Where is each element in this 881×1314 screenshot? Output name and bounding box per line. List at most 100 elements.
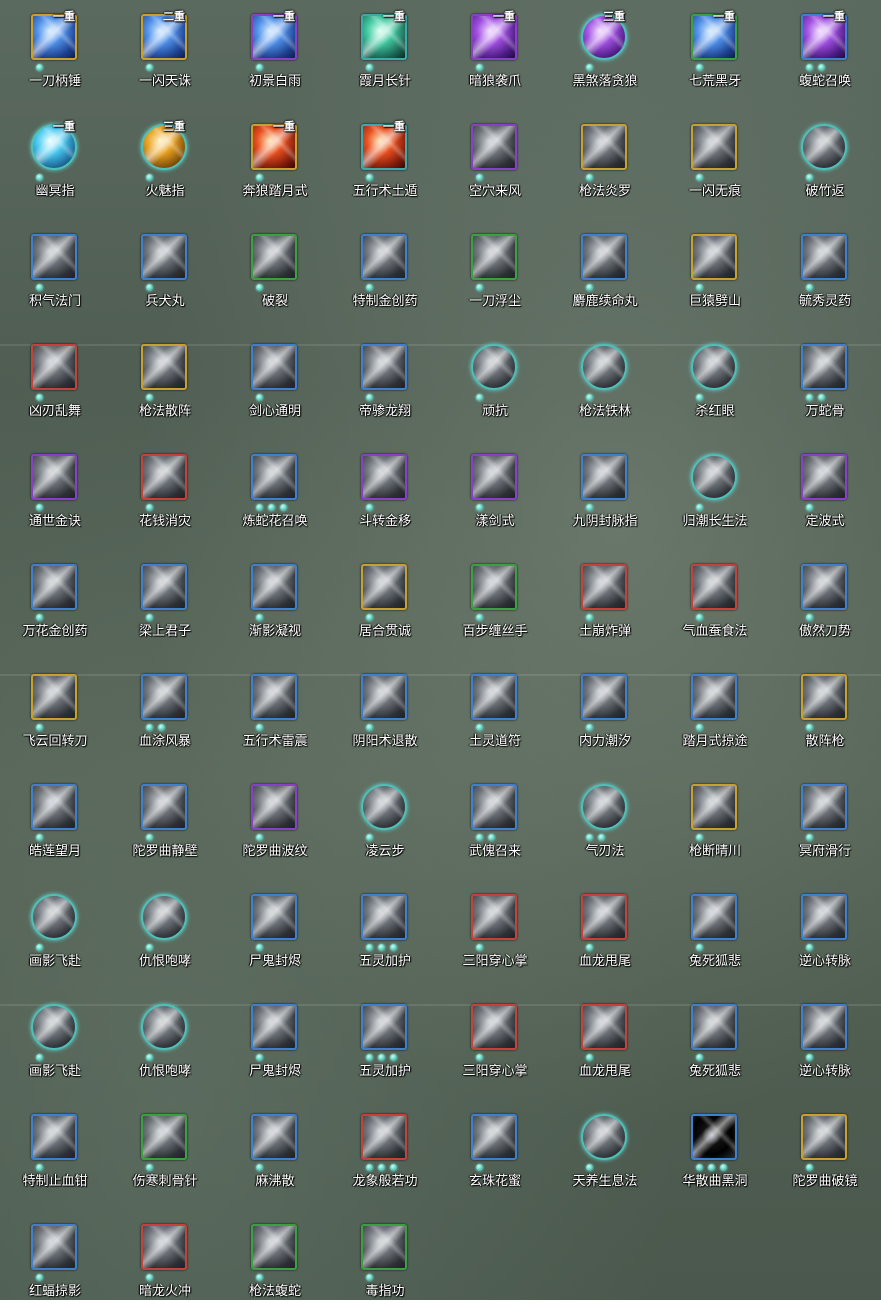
skill-icon[interactable] xyxy=(581,784,627,830)
skill-icon[interactable] xyxy=(251,454,297,500)
skill-icon[interactable] xyxy=(801,1004,847,1050)
skill-slot[interactable]: 三阳穿心掌 xyxy=(440,884,550,984)
skill-icon[interactable] xyxy=(801,234,847,280)
skill-icon[interactable] xyxy=(361,234,407,280)
skill-slot[interactable]: 尸鬼封烬 xyxy=(220,884,330,984)
skill-icon[interactable] xyxy=(251,344,297,390)
skill-icon[interactable] xyxy=(801,564,847,610)
skill-slot[interactable]: 五行术雷震 xyxy=(220,664,330,764)
skill-icon[interactable] xyxy=(141,784,187,830)
skill-icon[interactable] xyxy=(141,894,187,940)
skill-slot[interactable]: 飞云回转刀 xyxy=(0,664,110,764)
skill-icon[interactable] xyxy=(581,1004,627,1050)
skill-slot[interactable]: 斗转金移 xyxy=(330,444,440,544)
skill-icon[interactable] xyxy=(581,234,627,280)
skill-icon[interactable] xyxy=(251,1224,297,1270)
skill-slot[interactable]: 定波式 xyxy=(770,444,880,544)
skill-slot[interactable]: 陀罗曲破镜 xyxy=(770,1104,880,1204)
skill-slot[interactable]: 空穴来风 xyxy=(440,114,550,214)
skill-slot[interactable]: 兔死狐悲 xyxy=(660,884,770,984)
skill-slot[interactable]: 气刃法 xyxy=(550,774,660,874)
skill-icon[interactable] xyxy=(581,564,627,610)
skill-slot[interactable]: 逆心转脉 xyxy=(770,994,880,1094)
skill-icon[interactable] xyxy=(31,344,77,390)
skill-icon[interactable] xyxy=(581,674,627,720)
skill-icon[interactable] xyxy=(361,1114,407,1160)
skill-icon[interactable] xyxy=(251,674,297,720)
skill-slot[interactable]: 五灵加护 xyxy=(330,884,440,984)
skill-icon[interactable] xyxy=(691,784,737,830)
skill-icon[interactable] xyxy=(691,124,737,170)
skill-slot[interactable]: 土崩炸弹 xyxy=(550,554,660,654)
skill-icon[interactable] xyxy=(361,344,407,390)
skill-icon[interactable] xyxy=(141,344,187,390)
skill-slot[interactable]: 三重 黑煞落贪狼 xyxy=(550,4,660,104)
skill-slot[interactable]: 冥府滑行 xyxy=(770,774,880,874)
skill-slot[interactable]: 枪法铁林 xyxy=(550,334,660,434)
skill-icon[interactable] xyxy=(581,344,627,390)
skill-slot[interactable]: 三阳穿心掌 xyxy=(440,994,550,1094)
skill-slot[interactable]: 杀红眼 xyxy=(660,334,770,434)
skill-icon[interactable] xyxy=(251,1114,297,1160)
skill-icon[interactable] xyxy=(361,784,407,830)
skill-slot[interactable]: 毒指功 xyxy=(330,1214,440,1314)
skill-icon[interactable] xyxy=(141,564,187,610)
skill-icon[interactable] xyxy=(691,564,737,610)
skill-slot[interactable]: 破裂 xyxy=(220,224,330,324)
skill-slot[interactable]: 一刀浮尘 xyxy=(440,224,550,324)
skill-slot[interactable]: 皓莲望月 xyxy=(0,774,110,874)
skill-slot[interactable]: 仇恨咆哮 xyxy=(110,884,220,984)
skill-slot[interactable]: 土灵道符 xyxy=(440,664,550,764)
skill-slot[interactable]: 尸鬼封烬 xyxy=(220,994,330,1094)
skill-icon[interactable] xyxy=(471,234,517,280)
skill-icon[interactable] xyxy=(471,784,517,830)
skill-slot[interactable]: 一重 暗狼袭爪 xyxy=(440,4,550,104)
skill-slot[interactable]: 散阵枪 xyxy=(770,664,880,764)
skill-slot[interactable]: 伤寒刺骨针 xyxy=(110,1104,220,1204)
skill-icon[interactable] xyxy=(471,1114,517,1160)
skill-icon[interactable] xyxy=(691,894,737,940)
skill-icon[interactable] xyxy=(141,1114,187,1160)
skill-slot[interactable]: 万花金创药 xyxy=(0,554,110,654)
skill-icon[interactable] xyxy=(471,1004,517,1050)
skill-slot[interactable]: 仇恨咆哮 xyxy=(110,994,220,1094)
skill-slot[interactable]: 内力潮汐 xyxy=(550,664,660,764)
skill-slot[interactable]: 玄珠花蜜 xyxy=(440,1104,550,1204)
skill-icon[interactable] xyxy=(141,1224,187,1270)
skill-slot[interactable]: 一重 奔狼踏月式 xyxy=(220,114,330,214)
skill-icon[interactable] xyxy=(251,1004,297,1050)
skill-icon[interactable] xyxy=(471,454,517,500)
skill-icon[interactable] xyxy=(691,674,737,720)
skill-slot[interactable]: 一重 七荒黑牙 xyxy=(660,4,770,104)
skill-slot[interactable]: 画影飞赴 xyxy=(0,884,110,984)
skill-slot[interactable]: 漾剑式 xyxy=(440,444,550,544)
skill-slot[interactable]: 通世金诀 xyxy=(0,444,110,544)
skill-icon[interactable] xyxy=(691,234,737,280)
skill-icon[interactable] xyxy=(141,674,187,720)
skill-slot[interactable]: 华散曲黑洞 xyxy=(660,1104,770,1204)
skill-slot[interactable]: 枪法蝮蛇 xyxy=(220,1214,330,1314)
skill-icon[interactable] xyxy=(31,894,77,940)
skill-slot[interactable]: 画影飞赴 xyxy=(0,994,110,1094)
skill-slot[interactable]: 傲然刀势 xyxy=(770,554,880,654)
skill-slot[interactable]: 红蝠掠影 xyxy=(0,1214,110,1314)
skill-slot[interactable]: 花钱消灾 xyxy=(110,444,220,544)
skill-icon[interactable] xyxy=(801,674,847,720)
skill-slot[interactable]: 万蛇骨 xyxy=(770,334,880,434)
skill-slot[interactable]: 五灵加护 xyxy=(330,994,440,1094)
skill-slot[interactable]: 一重 蝮蛇召唤 xyxy=(770,4,880,104)
skill-icon[interactable] xyxy=(31,1004,77,1050)
skill-slot[interactable]: 梁上君子 xyxy=(110,554,220,654)
skill-slot[interactable]: 积气法门 xyxy=(0,224,110,324)
skill-slot[interactable]: 麝鹿续命丸 xyxy=(550,224,660,324)
skill-slot[interactable]: 枪法炎罗 xyxy=(550,114,660,214)
skill-icon[interactable] xyxy=(361,1224,407,1270)
skill-slot[interactable]: 兔死狐悲 xyxy=(660,994,770,1094)
skill-slot[interactable]: 兵犬丸 xyxy=(110,224,220,324)
skill-icon[interactable] xyxy=(471,564,517,610)
skill-icon[interactable] xyxy=(581,124,627,170)
skill-slot[interactable]: 踏月式掠途 xyxy=(660,664,770,764)
skill-icon[interactable] xyxy=(471,344,517,390)
skill-icon[interactable] xyxy=(31,564,77,610)
skill-icon[interactable] xyxy=(361,1004,407,1050)
